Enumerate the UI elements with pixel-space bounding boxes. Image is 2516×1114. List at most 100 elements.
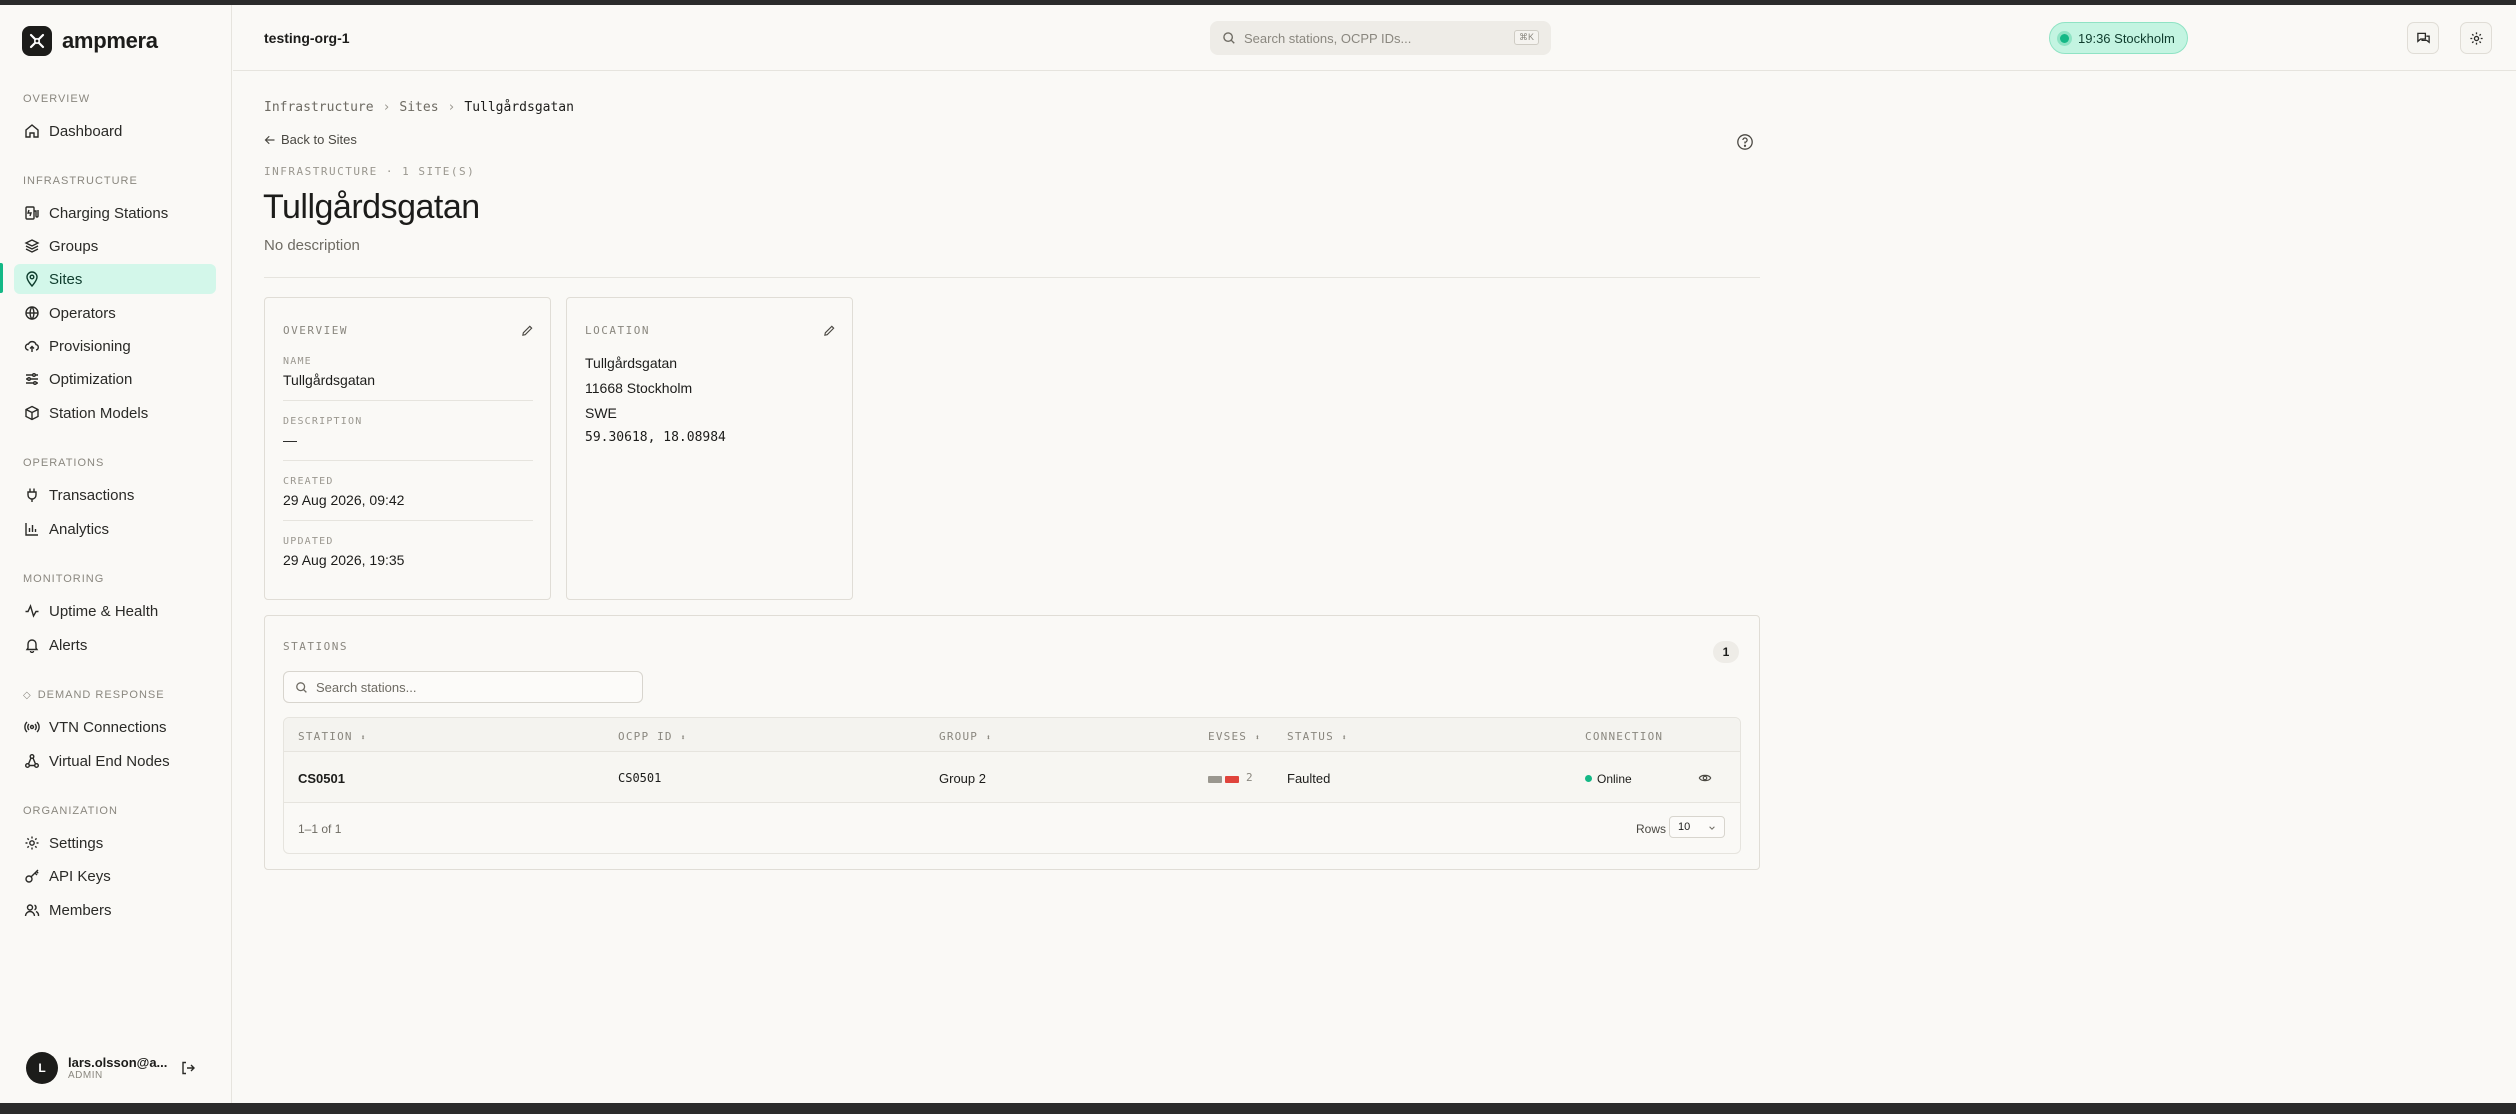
clock-label: 19:36 Stockholm [2078, 30, 2175, 46]
sidebar-item-label: Analytics [49, 520, 110, 538]
home-icon [25, 124, 39, 138]
sidebar-item-optimization[interactable]: Optimization [14, 364, 216, 394]
section-demand-response: ◇ DEMAND RESPONSE [23, 689, 165, 701]
sidebar-item-vtn-connections[interactable]: VTN Connections [14, 712, 216, 742]
sidebar-item-api-keys[interactable]: API Keys [14, 861, 216, 891]
station-name[interactable]: CS0501 [298, 771, 345, 786]
stations-search[interactable] [283, 671, 643, 703]
sidebar-item-transactions[interactable]: Transactions [14, 480, 216, 510]
sidebar: ampmera OVERVIEW Dashboard INFRASTRUCTUR… [0, 5, 232, 1103]
user-role: ADMIN [68, 1070, 103, 1081]
ampmera-logo-icon [22, 26, 52, 56]
field-label: NAME [283, 356, 312, 367]
card-label: STATIONS [283, 640, 348, 653]
sidebar-item-virtual-end-nodes[interactable]: Virtual End Nodes [14, 746, 216, 776]
rows-per-page-value: 10 [1678, 821, 1691, 833]
eye-icon[interactable] [1698, 771, 1712, 785]
breadcrumb-sites[interactable]: Sites [399, 100, 438, 115]
site-name-value: Tullgårdsgatan [283, 372, 376, 388]
logout-icon[interactable] [180, 1060, 196, 1076]
sidebar-item-label: API Keys [49, 867, 111, 885]
sidebar-item-label: Dashboard [49, 122, 123, 140]
sidebar-item-operators[interactable]: Operators [14, 298, 216, 328]
radio-signal-icon [24, 721, 40, 733]
breadcrumb-infrastructure[interactable]: Infrastructure [264, 100, 374, 115]
field-divider [283, 460, 533, 461]
sidebar-item-sites[interactable]: Sites [14, 264, 216, 294]
messages-button[interactable] [2407, 22, 2439, 54]
sidebar-item-groups[interactable]: Groups [14, 231, 216, 261]
edit-icon[interactable] [823, 324, 836, 337]
field-label: UPDATED [283, 536, 334, 547]
back-to-sites-link[interactable]: Back to Sites [264, 132, 357, 147]
sidebar-item-charging-stations[interactable]: Charging Stations [14, 198, 216, 228]
card-label: OVERVIEW [283, 324, 348, 337]
sort-icon: ⬍ [985, 733, 992, 742]
column-label: GROUP [939, 730, 979, 743]
page-description: No description [264, 237, 360, 254]
rows-per-page-select[interactable]: 10 [1669, 816, 1725, 838]
help-circle-icon[interactable] [1736, 133, 1754, 151]
sidebar-item-dashboard[interactable]: Dashboard [14, 116, 216, 146]
map-pin-icon [26, 271, 38, 287]
evse-indicator-idle [1208, 776, 1222, 783]
sidebar-item-station-models[interactable]: Station Models [14, 398, 216, 428]
settings-button[interactable] [2460, 22, 2492, 54]
sidebar-item-label: Members [49, 901, 112, 919]
plug-icon [27, 488, 37, 502]
connection-value: Online [1597, 772, 1632, 786]
brand[interactable]: ampmera [22, 26, 158, 56]
sidebar-item-label: Station Models [49, 404, 149, 422]
sidebar-item-uptime-health[interactable]: Uptime & Health [14, 596, 216, 626]
user-profile[interactable]: L lars.olsson@a... ADMIN [26, 1052, 167, 1084]
sort-icon: ⬍ [1254, 733, 1261, 742]
sidebar-item-members[interactable]: Members [14, 895, 216, 925]
sidebar-item-provisioning[interactable]: Provisioning [14, 331, 216, 361]
avatar: L [26, 1052, 58, 1084]
sidebar-item-label: Uptime & Health [49, 602, 159, 620]
sidebar-item-settings[interactable]: Settings [14, 828, 216, 858]
bar-chart-icon [25, 523, 38, 536]
global-search-input[interactable] [1244, 30, 1504, 46]
table-header: STATION ⬍ OCPP ID ⬍ GROUP ⬍ EVSES ⬍ STAT… [284, 718, 1740, 752]
ocpp-id: CS0501 [618, 771, 662, 785]
column-label: EVSES [1208, 730, 1248, 743]
sidebar-item-alerts[interactable]: Alerts [14, 630, 216, 660]
clock-badge[interactable]: 19:36 Stockholm [2049, 22, 2188, 54]
demand-response-icon: ◇ [23, 689, 32, 701]
gear-icon [25, 836, 39, 850]
sidebar-item-label: VTN Connections [49, 718, 167, 736]
sidebar-item-analytics[interactable]: Analytics [14, 514, 216, 544]
gear-icon [2469, 31, 2483, 45]
chat-icon [2416, 32, 2430, 44]
live-status-dot [2060, 33, 2069, 43]
sort-icon: ⬍ [1341, 733, 1348, 742]
stations-search-input[interactable] [316, 679, 616, 695]
cloud-upload-icon [24, 340, 39, 352]
table-row[interactable]: CS0501 CS0501 Group 2 2 Faulted Online [284, 752, 1740, 803]
created-value: 29 Aug 2026, 09:42 [283, 492, 405, 508]
sidebar-item-label: Virtual End Nodes [49, 752, 170, 770]
column-evses[interactable]: EVSES ⬍ [1208, 730, 1261, 743]
column-label: OCPP ID [618, 730, 673, 743]
search-icon [296, 681, 307, 693]
overview-card: OVERVIEW NAME Tullgårdsgatan DESCRIPTION… [264, 297, 551, 600]
org-switcher[interactable]: testing-org-1 [264, 30, 350, 46]
field-divider [283, 520, 533, 521]
global-search[interactable]: ⌘K [1210, 21, 1551, 55]
edit-icon[interactable] [521, 324, 534, 337]
network-icon [25, 754, 39, 768]
online-status-dot [1585, 775, 1592, 782]
column-station[interactable]: STATION ⬍ [298, 730, 367, 743]
sidebar-item-label: Charging Stations [49, 204, 169, 222]
page-eyebrow: INFRASTRUCTURE · 1 SITE(S) [264, 165, 476, 178]
updated-value: 29 Aug 2026, 19:35 [283, 552, 405, 568]
column-connection: CONNECTION [1585, 730, 1664, 743]
column-status[interactable]: STATUS ⬍ [1287, 730, 1348, 743]
column-group[interactable]: GROUP ⬍ [939, 730, 992, 743]
breadcrumb-separator: › [382, 100, 391, 115]
column-ocpp-id[interactable]: OCPP ID ⬍ [618, 730, 687, 743]
top-bar: testing-org-1 ⌘K 19:36 Stockholm [233, 5, 2516, 71]
charging-station-icon [25, 206, 39, 220]
stations-card: STATIONS 1 STATION ⬍ OCPP ID ⬍ GROUP ⬍ E… [264, 615, 1760, 870]
